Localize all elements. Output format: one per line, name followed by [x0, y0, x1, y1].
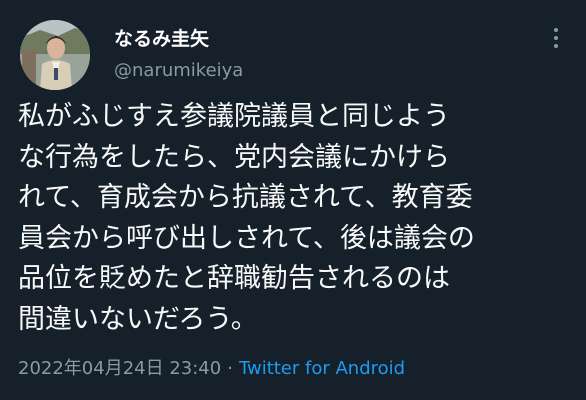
- meta-separator: ·: [227, 358, 233, 379]
- display-name[interactable]: なるみ圭矢: [114, 24, 209, 51]
- user-handle[interactable]: @narumikeiya: [114, 60, 243, 81]
- tweet-text: 私がふじすえ参議院議員と同じよう な行為をしたら、党内会議にかけら れて、育成会…: [18, 97, 578, 340]
- tweet-text-line: 間違いないだろう。: [18, 303, 258, 335]
- timestamp[interactable]: 2022年04月24日 23:40: [18, 358, 221, 379]
- tweet-text-line: な行為をしたら、党内会議にかけら: [18, 141, 450, 173]
- more-vertical-icon[interactable]: [548, 28, 564, 54]
- dot-icon: [554, 44, 558, 48]
- tweet-text-line: 品位を貶めたと辞職勧告されるのは: [18, 263, 450, 294]
- tweet-meta: 2022年04月24日 23:40 · Twitter for Android: [18, 354, 405, 380]
- dot-icon: [554, 36, 558, 40]
- dot-icon: [554, 28, 558, 32]
- tweet-text-line: れて、育成会から抗議されて、教育委: [18, 182, 473, 213]
- avatar[interactable]: [20, 20, 90, 90]
- tweet-text-line: 私がふじすえ参議院議員と同じよう: [18, 101, 450, 132]
- tweet-card: なるみ圭矢 @narumikeiya 私がふじすえ参議院議員と同じよう な行為を…: [0, 0, 586, 400]
- avatar-photo: [20, 20, 90, 90]
- tweet-text-line: 員会から呼び出しされて、後は議会の: [18, 222, 475, 254]
- source-link[interactable]: Twitter for Android: [239, 358, 405, 379]
